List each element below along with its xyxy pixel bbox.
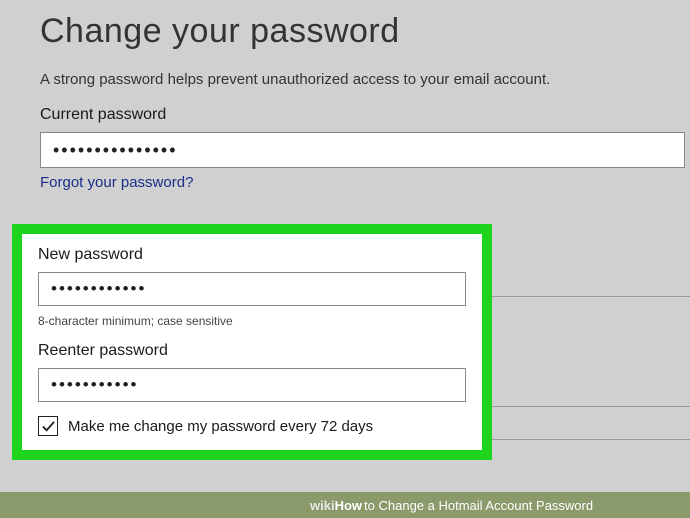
new-password-input[interactable]: ••••••••••••	[38, 272, 466, 306]
reenter-password-input[interactable]: •••••••••••	[38, 368, 466, 402]
page-title: Change your password	[40, 12, 650, 51]
subtitle-text: A strong password helps prevent unauthor…	[40, 71, 650, 88]
caption-brand-wiki: wiki	[310, 498, 335, 513]
checkmark-icon	[41, 419, 56, 434]
forgot-password-link[interactable]: Forgot your password?	[40, 174, 193, 191]
change-every-72-checkbox[interactable]	[38, 416, 58, 436]
caption-bar: wikiHow to Change a Hotmail Account Pass…	[0, 492, 690, 518]
checkbox-label: Make me change my password every 72 days	[68, 418, 373, 435]
caption-brand-how: How	[335, 498, 362, 513]
current-password-input[interactable]: •••••••••••••••	[40, 132, 685, 168]
password-hint: 8-character minimum; case sensitive	[38, 314, 466, 328]
current-password-label: Current password	[40, 106, 650, 124]
reenter-password-label: Reenter password	[38, 342, 466, 360]
highlighted-section: New password •••••••••••• 8-character mi…	[12, 224, 492, 460]
new-password-label: New password	[38, 246, 466, 264]
caption-text: to Change a Hotmail Account Password	[364, 498, 593, 513]
